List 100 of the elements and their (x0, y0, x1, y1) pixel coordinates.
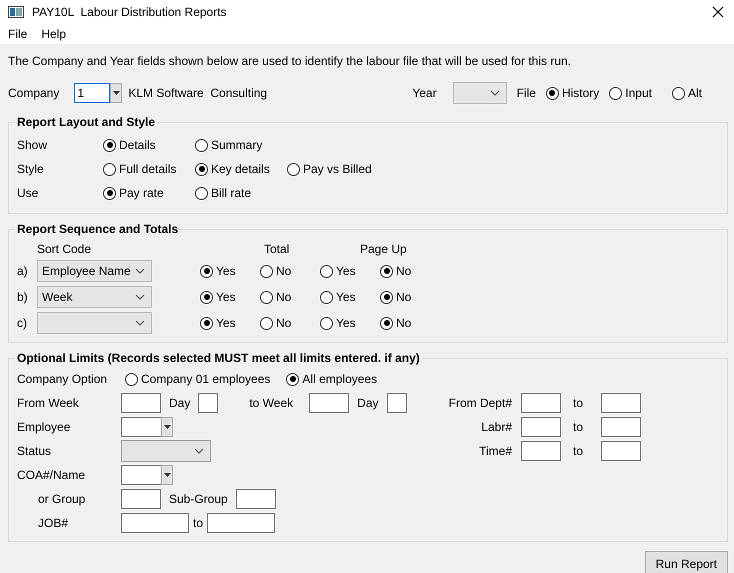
input-field[interactable] (121, 489, 161, 509)
field-label: Use (17, 185, 40, 202)
radio-button[interactable] (200, 264, 213, 278)
chevron-down-icon (490, 90, 500, 96)
menu-item[interactable]: Help (41, 25, 66, 43)
radio-button[interactable] (380, 264, 393, 278)
intro-text: The Company and Year fields shown below are used to identify the labour file that will be used for this run. (7, 53, 572, 70)
field-label: Day (356, 395, 380, 412)
input-field[interactable] (601, 393, 641, 413)
radio-button[interactable] (103, 186, 116, 200)
field-label: to (192, 515, 204, 532)
radio-label: Pay vs Billed (303, 161, 372, 178)
chevron-down-icon (194, 448, 204, 454)
dropdown[interactable]: Week (37, 286, 152, 308)
input-field[interactable] (121, 393, 161, 413)
radio-label: No (396, 315, 412, 332)
radio-label: Yes (216, 263, 236, 280)
field-label: to (572, 443, 584, 460)
radio-label: Full details (119, 161, 176, 178)
field-label: Show (17, 137, 48, 154)
radio-label: Pay rate (119, 185, 164, 202)
field-label: Time# (478, 443, 512, 460)
radio-label: Company 01 employees (141, 371, 270, 388)
radio-button[interactable] (287, 162, 300, 176)
radio-label: Alt (688, 85, 702, 102)
group-title: Report Sequence and Totals (15, 222, 180, 236)
input-field[interactable] (309, 393, 350, 413)
input-field[interactable] (121, 513, 189, 533)
radio-label: No (276, 315, 292, 332)
input-field[interactable] (386, 393, 406, 413)
radio-button[interactable] (125, 372, 138, 386)
field-label: Labr# (480, 419, 512, 436)
input-field[interactable] (521, 393, 561, 413)
field-label: to (572, 419, 584, 436)
field-label: to (572, 395, 584, 412)
radio-button[interactable] (320, 316, 333, 330)
radio-button[interactable] (200, 290, 213, 304)
radio-button[interactable] (672, 86, 685, 100)
field-label: Status (17, 443, 52, 460)
radio-button[interactable] (380, 290, 393, 304)
window-title: PAY10L Labour Distribution Reports (32, 4, 228, 21)
field-label: Style (17, 161, 45, 178)
radio-button[interactable] (320, 290, 333, 304)
field-label: Sub-Group (168, 491, 229, 508)
combo-field[interactable] (121, 417, 161, 437)
radio-button[interactable] (195, 138, 208, 152)
radio-button[interactable] (260, 316, 273, 330)
input-field[interactable] (198, 393, 218, 413)
company-name: KLM Software Consulting (128, 85, 268, 102)
radio-button[interactable] (609, 86, 622, 100)
input-field[interactable] (236, 489, 276, 509)
radio-label: Details (119, 137, 156, 154)
radio-label: Yes (336, 263, 356, 280)
radio-button[interactable] (195, 162, 208, 176)
row-letter: b) (17, 289, 29, 306)
radio-button[interactable] (195, 186, 208, 200)
row-letter: a) (17, 263, 29, 280)
column-header: Sort Code (37, 241, 92, 258)
input-field[interactable] (601, 441, 641, 461)
field-label: File (516, 85, 536, 102)
field-label: or Group (37, 491, 86, 508)
radio-label: Input (625, 85, 652, 102)
chevron-down-icon (135, 268, 145, 274)
field-label: Year (412, 85, 437, 102)
radio-label: All employees (302, 371, 378, 388)
radio-label: Summary (211, 137, 262, 154)
chevron-down-icon (135, 320, 145, 326)
combo-field[interactable] (121, 465, 161, 485)
radio-label: No (396, 263, 412, 280)
radio-label: No (276, 289, 292, 306)
radio-label: Key details (211, 161, 270, 178)
radio-label: Bill rate (211, 185, 252, 202)
input-field[interactable] (521, 441, 561, 461)
radio-button[interactable] (380, 316, 393, 330)
combo-field[interactable]: 1 (74, 83, 110, 103)
radio-button[interactable] (320, 264, 333, 278)
input-field[interactable] (521, 417, 561, 437)
field-label: Day (168, 395, 192, 412)
field-label: From Dept# (448, 395, 512, 412)
radio-button[interactable] (286, 372, 300, 386)
radio-button[interactable] (103, 138, 116, 152)
radio-button[interactable] (260, 290, 273, 304)
radio-button[interactable] (260, 264, 273, 278)
input-field[interactable] (207, 513, 276, 533)
run-report-button[interactable]: Run Report (644, 551, 728, 573)
input-field[interactable] (601, 417, 641, 437)
column-header: Total (263, 241, 290, 258)
field-label: Company Option (17, 371, 108, 388)
field-label: Company (8, 85, 60, 102)
radio-label: Yes (216, 289, 236, 306)
app-icon (8, 6, 24, 18)
radio-button[interactable] (546, 86, 559, 100)
menu-item[interactable]: File (8, 25, 28, 43)
dropdown[interactable]: Employee Name (37, 260, 152, 282)
radio-button[interactable] (103, 162, 116, 176)
radio-label: No (396, 289, 412, 306)
group-title: Report Layout and Style (15, 115, 158, 129)
group-title: Optional Limits (Records selected MUST meet all limits entered. if any) (15, 351, 422, 365)
radio-button[interactable] (200, 316, 213, 330)
close-icon[interactable] (712, 6, 724, 18)
